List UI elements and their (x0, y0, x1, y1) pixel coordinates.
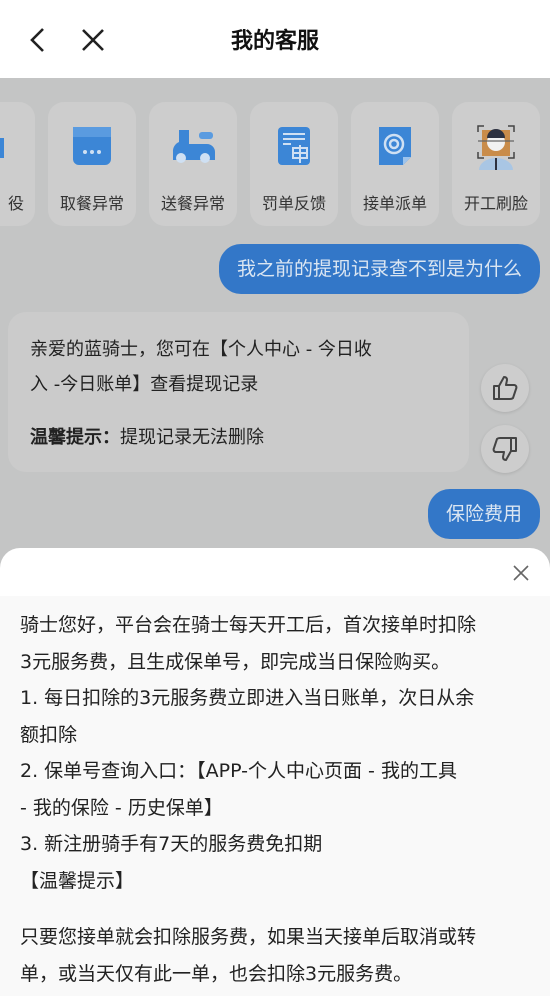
order-dispatch-icon (379, 127, 411, 165)
card-label: 役 (8, 194, 25, 213)
partial-icon (0, 138, 4, 158)
answer-sheet: 骑士您好，平台会在骑士每天开工后，首次接单时扣除 3元服务费，且生成保单号，即完… (0, 548, 550, 996)
card-label: 罚单反馈 (261, 194, 326, 213)
thumbs-up-button[interactable] (481, 364, 529, 412)
answer-line: 2. 保单号查询入口：【APP-个人中心页面 - 我的工具 (20, 760, 457, 782)
back-icon[interactable] (26, 27, 52, 53)
header: 我的客服 (0, 0, 550, 78)
answer-line: - 我的保险 - 历史保单】 (20, 796, 223, 819)
answer-line: 单，或当天仅有此一单，也会扣除3元服务费。 (20, 962, 413, 985)
card-pickup-issue[interactable]: 取餐异常 (48, 102, 136, 226)
card-delivery-issue[interactable]: 送餐异常 (149, 102, 237, 226)
tip-label: 温馨提示： (30, 427, 120, 448)
face-scan-icon (477, 125, 515, 170)
card-partial[interactable]: 役 (0, 102, 35, 226)
thumbs-up-icon (493, 376, 518, 400)
card-face-scan[interactable]: 开工刷脸 (452, 102, 540, 226)
bot-message-line: 亲爱的蓝骑士，您可在【个人中心 - 今日收 (30, 339, 372, 360)
bot-message: 亲爱的蓝骑士，您可在【个人中心 - 今日收 入 -今日账单】查看提现记录 温馨提… (8, 312, 469, 472)
bot-message-line: 入 -今日账单】查看提现记录 (30, 374, 259, 395)
card-label: 开工刷脸 (463, 194, 528, 213)
close-icon[interactable] (510, 562, 532, 584)
answer-content: 骑士您好，平台会在骑士每天开工后，首次接单时扣除 3元服务费，且生成保单号，即完… (0, 596, 550, 996)
thumbs-down-button[interactable] (481, 425, 529, 473)
user-message: 保险费用 (427, 489, 540, 539)
answer-line: 只要您接单就会扣除服务费，如果当天接单后取消或转 (20, 926, 477, 948)
card-label: 送餐异常 (160, 194, 225, 213)
card-order-dispatch[interactable]: 接单派单 (351, 102, 439, 226)
card-label: 接单派单 (362, 194, 427, 213)
answer-line: 1. 每日扣除的3元服务费立即进入当日账单，次日从余 (20, 687, 475, 709)
appeal-doc-icon (278, 127, 310, 165)
page-title: 我的客服 (230, 29, 319, 54)
answer-line: 【温馨提示】 (20, 869, 135, 892)
card-label: 取餐异常 (59, 194, 124, 213)
answer-line: 3. 新注册骑手有7天的服务费免扣期 (20, 833, 323, 855)
thumbs-down-icon (492, 437, 517, 461)
answer-line: 额扣除 (20, 723, 78, 746)
answer-line: 骑士您好，平台会在骑士每天开工后，首次接单时扣除 (20, 614, 477, 636)
tip-text: 提现记录无法删除 (120, 427, 264, 448)
card-penalty-feedback[interactable]: 罚单反馈 (250, 102, 338, 226)
answer-line: 3元服务费，且生成保单号，即完成当日保险购买。 (20, 650, 451, 673)
close-icon[interactable] (80, 27, 106, 53)
user-message: 我之前的提现记录查不到是为什么 (218, 244, 540, 294)
shop-icon (73, 127, 111, 165)
quick-topic-cards: 役 取餐异常 送餐异常 罚单反馈 接单派单 开工刷脸 (0, 102, 550, 227)
scooter-icon (172, 130, 215, 163)
